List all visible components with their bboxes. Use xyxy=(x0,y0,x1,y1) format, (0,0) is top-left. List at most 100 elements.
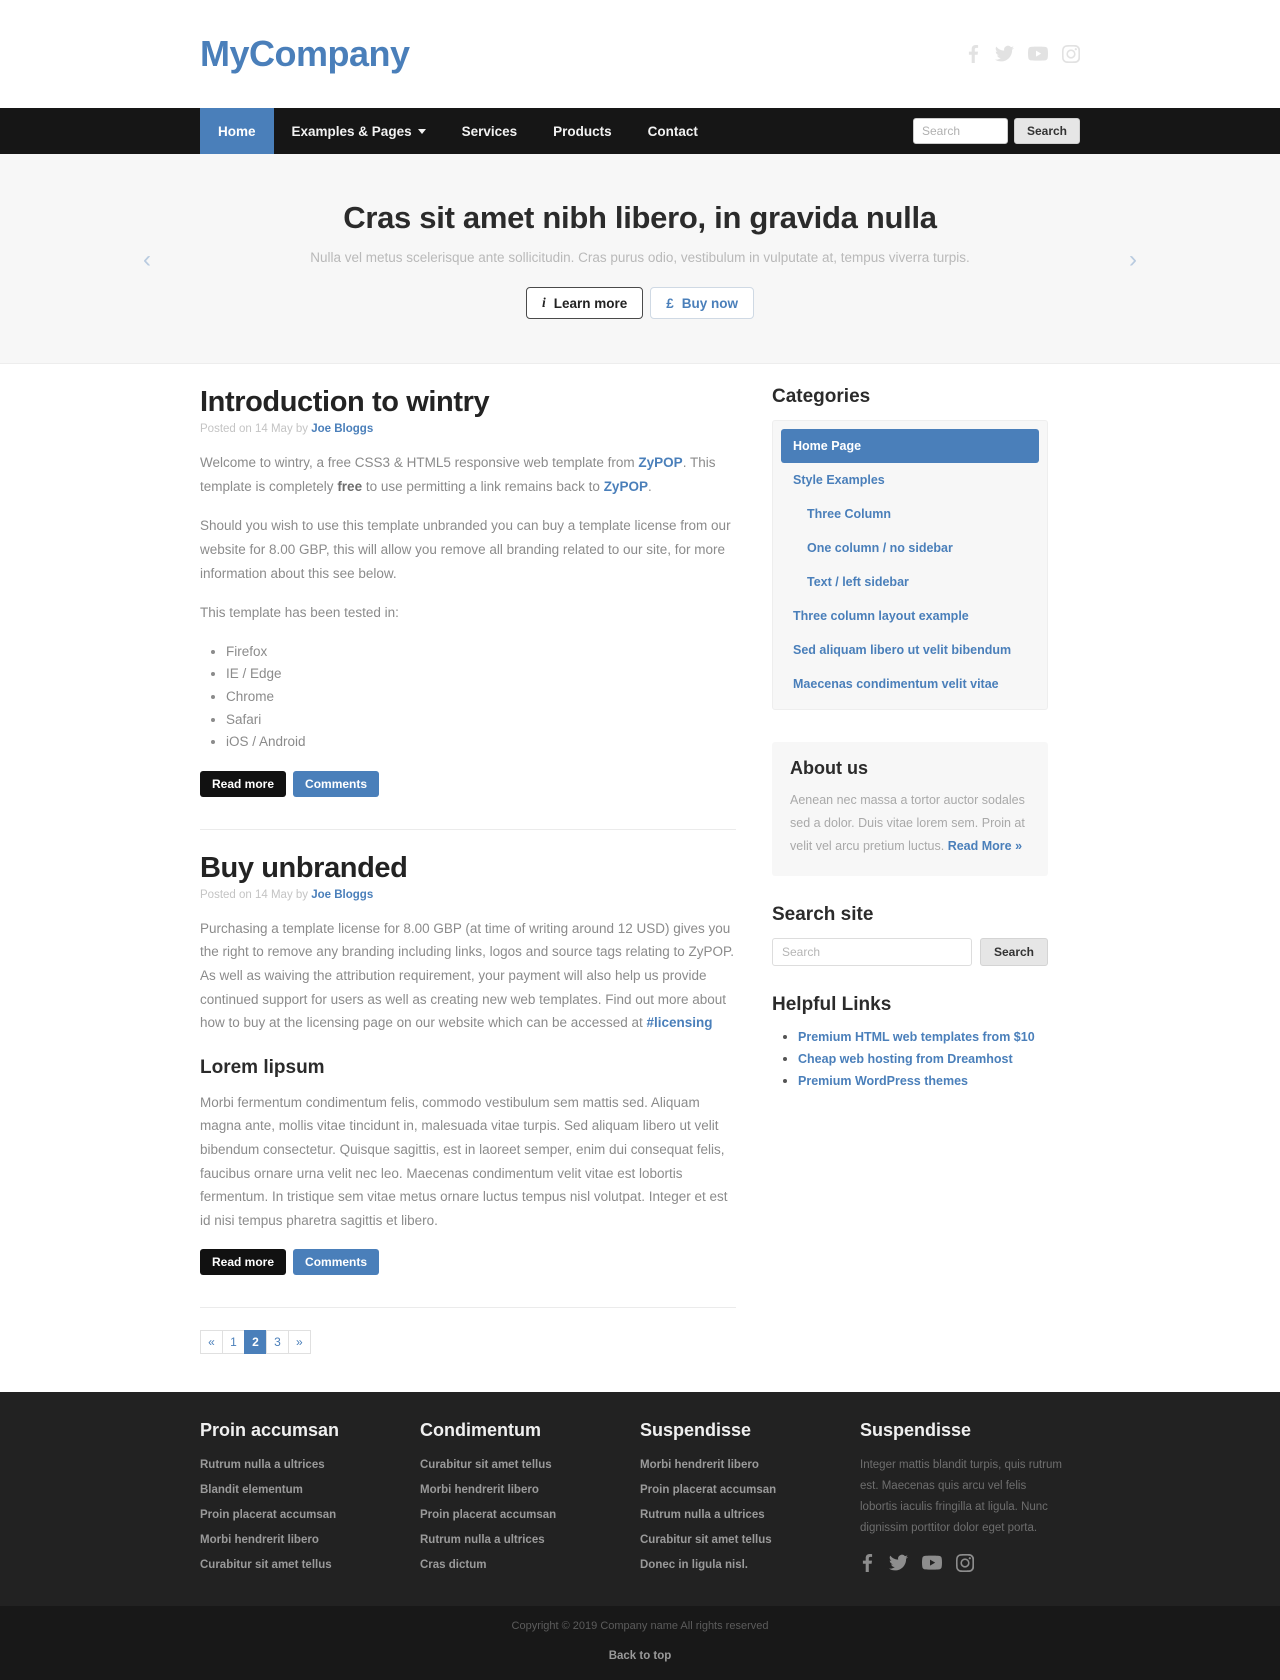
pagination-prev[interactable]: « xyxy=(200,1329,222,1354)
list-item: Cheap web hosting from Dreamhost xyxy=(798,1050,1048,1066)
about-us-title: About us xyxy=(790,758,868,778)
nav-item-services[interactable]: Services xyxy=(444,108,536,154)
nav-search-form: Search xyxy=(912,108,1080,154)
sidebar-item-three-column[interactable]: Three Column xyxy=(781,497,1039,531)
list-item: IE / Edge xyxy=(226,663,736,685)
helpful-link-wordpress-themes[interactable]: Premium WordPress themes xyxy=(798,1074,968,1088)
pagination-page-3[interactable]: 3 xyxy=(266,1329,288,1354)
youtube-icon[interactable] xyxy=(1028,45,1048,63)
learn-more-button[interactable]: i Learn more xyxy=(525,287,644,319)
footer-link[interactable]: Curabitur sit amet tellus xyxy=(640,1534,772,1546)
text-run-bold: free xyxy=(337,478,363,494)
buy-now-button[interactable]: £ Buy now xyxy=(650,287,755,319)
pagination-next[interactable]: » xyxy=(288,1329,311,1354)
footer-link[interactable]: Proin placerat accumsan xyxy=(200,1509,336,1521)
footer-column-about: Suspendisse Integer mattis blandit turpi… xyxy=(860,1420,1080,1580)
footer-link[interactable]: Rutrum nulla a ultrices xyxy=(200,1459,325,1471)
footer-link[interactable]: Donec in ligula nisl. xyxy=(640,1559,748,1571)
footer-column-title: Proin accumsan xyxy=(200,1419,340,1440)
hero-buttons: i Learn more £ Buy now xyxy=(200,287,1080,319)
instagram-icon[interactable] xyxy=(1062,45,1080,63)
hero-carousel: ‹ › Cras sit amet nibh libero, in gravid… xyxy=(0,154,1280,364)
carousel-next-icon[interactable]: › xyxy=(1129,247,1137,272)
post-author-link[interactable]: Joe Bloggs xyxy=(311,423,373,435)
footer-link[interactable]: Rutrum nulla a ultrices xyxy=(420,1534,545,1546)
post-paragraph: Purchasing a template license for 8.00 G… xyxy=(200,917,736,1035)
nav-item-products[interactable]: Products xyxy=(535,108,630,154)
facebook-icon[interactable] xyxy=(966,45,981,63)
twitter-icon[interactable] xyxy=(889,1554,908,1572)
footer-link[interactable]: Proin placerat accumsan xyxy=(420,1509,556,1521)
footer-link[interactable]: Blandit elementum xyxy=(200,1484,303,1496)
post-actions: Read more Comments xyxy=(200,770,736,797)
sidebar-item-one-column-no-sidebar[interactable]: One column / no sidebar xyxy=(781,531,1039,565)
sidebar-item-style-examples[interactable]: Style Examples xyxy=(781,463,1039,497)
comments-button[interactable]: Comments xyxy=(293,1248,380,1275)
footer-link[interactable]: Cras dictum xyxy=(420,1559,486,1571)
footer-link[interactable]: Rutrum nulla a ultrices xyxy=(640,1509,765,1521)
text-run: Purchasing a template license for 8.00 G… xyxy=(200,920,735,1031)
nav-item-contact[interactable]: Contact xyxy=(630,108,716,154)
sidebar-item-home-page[interactable]: Home Page xyxy=(781,429,1039,463)
licensing-link[interactable]: #licensing xyxy=(647,1015,713,1030)
about-read-more-link[interactable]: Read More » xyxy=(948,839,1022,853)
footer-about-text: Integer mattis blandit turpis, quis rutr… xyxy=(860,1458,1062,1535)
helpful-links-title: Helpful Links xyxy=(772,994,892,1016)
pagination-page-2[interactable]: 2 xyxy=(244,1329,266,1354)
chevron-down-icon xyxy=(417,128,426,134)
post-actions: Read more Comments xyxy=(200,1248,736,1275)
carousel-prev-icon[interactable]: ‹ xyxy=(143,247,151,272)
sidebar-search-button[interactable]: Search xyxy=(979,938,1048,967)
nav-item-examples-pages[interactable]: Examples & Pages xyxy=(274,108,444,154)
post-meta: Posted on 14 May by Joe Bloggs xyxy=(200,423,736,435)
sidebar-item-sed-aliquam[interactable]: Sed aliquam libero ut velit bibendum xyxy=(781,633,1039,667)
footer-column-title: Condimentum xyxy=(420,1419,541,1440)
sidebar-item-text-left-sidebar[interactable]: Text / left sidebar xyxy=(781,565,1039,599)
site-logo[interactable]: MyCompany xyxy=(200,36,410,72)
learn-more-label: Learn more xyxy=(553,295,628,311)
post-list: Introduction to wintry Posted on 14 May … xyxy=(200,386,768,1354)
comments-button[interactable]: Comments xyxy=(293,770,380,797)
read-more-button[interactable]: Read more xyxy=(200,770,287,797)
post-author-link[interactable]: Joe Bloggs xyxy=(311,889,373,901)
footer-link[interactable]: Morbi hendrerit libero xyxy=(200,1534,319,1546)
footer-link[interactable]: Morbi hendrerit libero xyxy=(420,1484,539,1496)
nav-item-home[interactable]: Home xyxy=(200,108,274,154)
categories-title: Categories xyxy=(772,386,871,407)
instagram-icon[interactable] xyxy=(956,1553,974,1572)
list-item: Premium WordPress themes xyxy=(798,1072,1048,1088)
footer-link[interactable]: Proin placerat accumsan xyxy=(640,1484,776,1496)
nav-search-input[interactable] xyxy=(912,118,1008,144)
zypop-link[interactable]: ZyPOP xyxy=(604,479,648,494)
post-title: Buy unbranded xyxy=(200,851,408,884)
post-meta-prefix: Posted on 14 May by xyxy=(200,888,312,901)
pagination-page-1[interactable]: 1 xyxy=(222,1329,244,1354)
facebook-icon[interactable] xyxy=(860,1553,875,1572)
post-subheading: Lorem lipsum xyxy=(200,1056,325,1078)
footer-link[interactable]: Curabitur sit amet tellus xyxy=(420,1459,552,1471)
footer-link[interactable]: Curabitur sit amet tellus xyxy=(200,1559,332,1571)
footer-column-condimentum: Condimentum Curabitur sit amet tellus Mo… xyxy=(420,1420,640,1580)
main-navigation: Home Examples & Pages Services Products … xyxy=(0,108,1280,154)
sidebar-item-three-column-layout-example[interactable]: Three column layout example xyxy=(781,599,1039,633)
helpful-link-premium-html[interactable]: Premium HTML web templates from $10 xyxy=(798,1030,1035,1044)
helpful-link-cheap-hosting[interactable]: Cheap web hosting from Dreamhost xyxy=(798,1052,1013,1066)
sidebar-item-maecenas[interactable]: Maecenas condimentum velit vitae xyxy=(781,667,1039,701)
header-social-links xyxy=(966,45,1080,63)
read-more-button[interactable]: Read more xyxy=(200,1248,287,1275)
helpful-links-list: Premium HTML web templates from $10 Chea… xyxy=(772,1028,1048,1088)
hero-title: Cras sit amet nibh libero, in gravida nu… xyxy=(343,200,937,235)
zypop-link[interactable]: ZyPOP xyxy=(638,455,682,470)
main-content-area: Introduction to wintry Posted on 14 May … xyxy=(200,364,1080,1392)
footer-link[interactable]: Morbi hendrerit libero xyxy=(640,1459,759,1471)
footer-column-proin-accumsan: Proin accumsan Rutrum nulla a ultrices B… xyxy=(200,1420,420,1580)
nav-search-button[interactable]: Search xyxy=(1013,118,1080,144)
youtube-icon[interactable] xyxy=(922,1554,942,1572)
site-footer: Proin accumsan Rutrum nulla a ultrices B… xyxy=(0,1391,1280,1606)
sidebar-search-input[interactable] xyxy=(772,938,972,967)
site-header: MyCompany xyxy=(0,0,1280,108)
twitter-icon[interactable] xyxy=(995,45,1014,63)
sidebar-search-form: Search xyxy=(772,938,1048,967)
back-to-top-link[interactable]: Back to top xyxy=(609,1650,672,1662)
list-item: Premium HTML web templates from $10 xyxy=(798,1028,1048,1044)
